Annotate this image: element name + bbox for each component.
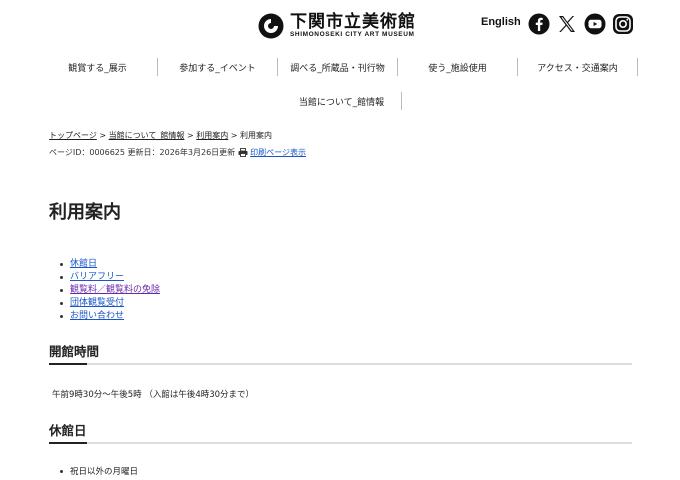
nav-item-collection[interactable]: 調べる_所蔵品・刊行物 — [278, 58, 398, 76]
nav-item-events[interactable]: 参加する_イベント — [158, 58, 278, 76]
breadcrumb-home[interactable]: トップページ — [49, 131, 97, 140]
english-link[interactable]: English — [481, 16, 521, 28]
toc-link-closed-days[interactable]: 休館日 — [70, 258, 97, 271]
toc-item: 休館日 — [60, 258, 160, 271]
page-id-text: ページID：0006625 更新日：2026年3月26日更新 — [49, 148, 236, 157]
toc-link-group[interactable]: 団体観覧受付 — [70, 297, 124, 310]
page-meta: ページID：0006625 更新日：2026年3月26日更新 印刷ページ表示 — [49, 147, 306, 158]
breadcrumb-current: 利用案内 — [240, 131, 272, 140]
toc-link-contact[interactable]: お問い合わせ — [70, 310, 124, 323]
section-heading-hours: 開館時間 — [49, 341, 632, 365]
print-page-link[interactable]: 印刷ページ表示 — [250, 147, 306, 158]
section-heading-closed: 休館日 — [49, 420, 632, 444]
site-header: 下関市立美術館 SHIMONOSEKI CITY ART MUSEUM Engl… — [0, 0, 680, 48]
toc-item: 観覧料／観覧料の免除 — [60, 284, 160, 297]
nav-item-exhibition[interactable]: 観賞する_展示 — [38, 58, 158, 76]
logo-sub-text: SHIMONOSEKI CITY ART MUSEUM — [290, 31, 415, 38]
breadcrumb-about[interactable]: 当館について_館情報 — [109, 131, 185, 140]
nav-item-about[interactable]: 当館について_館情報 — [282, 92, 402, 110]
table-of-contents: 休館日 バリアフリー 観覧料／観覧料の免除 団体観覧受付 お問い合わせ — [60, 258, 160, 323]
toc-link-barrier-free[interactable]: バリアフリー — [70, 271, 124, 284]
instagram-icon[interactable] — [612, 13, 634, 35]
page-title: 利用案内 — [49, 202, 121, 223]
breadcrumb-guide[interactable]: 利用案内 — [196, 131, 228, 140]
x-icon[interactable] — [556, 13, 578, 35]
toc-item: 団体観覧受付 — [60, 297, 160, 310]
logo-main-text: 下関市立美術館 — [290, 12, 416, 32]
logo-mark-icon — [258, 13, 284, 39]
closed-day-text: 祝日以外の月曜日 — [70, 467, 139, 477]
toc-link-admission[interactable]: 観覧料／観覧料の免除 — [70, 284, 160, 297]
printer-icon — [238, 148, 248, 157]
site-logo[interactable]: 下関市立美術館 SHIMONOSEKI CITY ART MUSEUM — [258, 10, 428, 42]
youtube-icon[interactable] — [584, 13, 606, 35]
logo-text: 下関市立美術館 SHIMONOSEKI CITY ART MUSEUM — [290, 13, 416, 39]
facebook-icon[interactable] — [528, 13, 550, 35]
nav-item-access[interactable]: アクセス・交通案内 — [518, 58, 638, 76]
toc-item: バリアフリー — [60, 271, 160, 284]
breadcrumb-separator: > — [184, 131, 197, 140]
breadcrumb: トップページ > 当館について_館情報 > 利用案内 > 利用案内 — [49, 130, 272, 141]
breadcrumb-separator: > — [228, 131, 240, 140]
toc-item: お問い合わせ — [60, 310, 160, 323]
global-nav: 観賞する_展示 参加する_イベント 調べる_所蔵品・刊行物 使う_施設使用 アク… — [38, 58, 638, 78]
closed-day-item: 祝日以外の月曜日 — [60, 465, 138, 477]
nav-item-facilities[interactable]: 使う_施設使用 — [398, 58, 518, 76]
hours-text: 午前9時30分〜午後5時 （入館は午後4時30分まで） — [52, 390, 255, 400]
breadcrumb-separator: > — [96, 131, 109, 140]
